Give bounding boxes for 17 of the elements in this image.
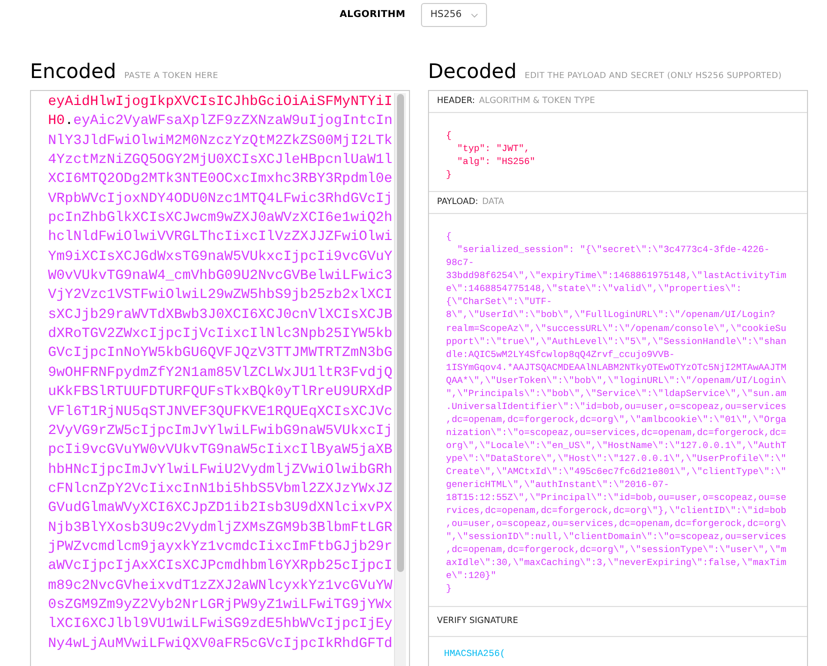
- payload-json[interactable]: { "serialized_session": "{\"secret\":\"3c4773c4-3fde-4226- 98c7- 33bdd98f6254\",\"expiryTime\":1468861975148,\"lastActivityTim e\":1468854775148,\"state\":\"valid\",\"properties\": {\"CharSet\":\"UTF- 8\",\"UserId\":\"bob\",\"FullLoginURL\":\"/openam/UI/Login? realm=ScopeAz\",\"successURL\":\"/openam/console\",\"cookieSu pport\":\"true\",\"AuthLevel\":\"5\",\"SessionHandle\":\"shan dle:AQIC5wM2LY4Sfcwlop8qQ4Zrvf_ccujo9VVB- 1ISYmGqov4.*AAJTSQACMDEAAlNLABM2NTkyOTEwOTYzOTc5NjI2MTAwAAJTM QAA*\",\"UserToken\":\"bob\",\"loginURL\":\"/openam/UI/Login\ ",\"Principals\":\"bob\",\"Service\":\"ldapService\",\"sun.am .UniversalIdentifier\":\"id=bob,ou=user,o=scopeaz,ou=services ,dc=openam,dc=forgerock,dc=org\",\"amlbcookie\":\"01\",\"Orga nization\":\"o=scopeaz,ou=services,dc=openam,dc=forgerock,dc= org\",\"Locale\":\"en_US\",\"HostName\":\"127.0.0.1\",\"AuthT ype\":\"DataStore\",\"Host\":\"127.0.0.1\",\"UserProfile\":\" Create\",\"AMCtxId\":\"495c6ec7fc6d21e801\",\"clientType\":\" genericHTML\",\"authInstant\":\"2016-07- 18T15:12:55Z\",\"Principal\":\"id=bob,ou=user,o=scopeaz,ou=se rvices,dc=openam,dc=forgerock,dc=org\"},\"clientID\":\"id=bob ,ou=user,o=scopeaz,ou=services,dc=openam,dc=forgerock,dc=org\ ",\"sessionID\":null,\"clientDomain\":\"o=scopeaz,ou=services ,dc=openam,dc=forgerock,dc=org\",\"sessionType\":\"user\",\"m axIdle\":30,\"maxCaching\":3,\"neverExpiring\":false,\"maxTim e\":120}" }: [446, 230, 799, 596]
- section-label: VERIFY SIGNATURE: [437, 614, 518, 628]
- section-hint: PASTE A TOKEN HERE: [124, 68, 218, 81]
- signature-json[interactable]: HMACSHA256(: [444, 648, 799, 658]
- section-heading: Encoded: [30, 61, 116, 81]
- section-sublabel: ALGORITHM & TOKEN TYPE: [479, 95, 595, 108]
- encoded-token: eyAidHlwIjogIkpXVCIsICJhbGciOiAiSFMyNTYiI H0.eyAic2VyaWFsaXplZF9zZXNzaW9uIjogIntcIn NlY3JldFwiOlwiM2M0NzczYzQtM2ZkZS00MjI2LTk 4YzctMzNiZGQ5OGY2MjU0XCIsXCJleHBpcnlUaW1l XCI6MTQ2ODg2MTk3NTE0OCxcImxhc3RBY3Rpdml0e VRpbWVcIjoxNDY4ODU0Nzc1MTQ4LFwic3RhdGVcIj pcInZhbGlkXCIsXCJwcm9wZXJ0aWVzXCI6e1wiQ2h hclNldFwiOlwiVVRGLThcIixcIlVzZXJJZFwiOlwi Ym9iXCIsXCJGdWxsTG9naW5VUkxcIjpcIi9vcGVuY W0vVUkvTG9naW4_cmVhbG09U2NvcGVBelwiLFwic3 VjY2Vzc1VSTFwiOlwiL29wZW5hbS9jb25zb2xlXCI sXCJjb29raWVTdXBwb3J0XCI6XCJ0cnVlXCIsXCJB dXRoTGV2ZWxcIjpcIjVcIixcIlNlc3Npb25IYW5kb GVcIjpcInNoYW5kbGU6QVFJQzV3TTJMWTRTZmN3bG 9wOHFRNFpydmZfY2N1am85VlZCLWxJU1ltR3FvdjQ uKkFBSlRTUUFDTURFQUFsTkxBQk0yTlRreU9URXdP VFl6T1RjNU5qSTJNVEF3QUFKVE1RQUEqXCIsXCJVc 2VyVG9rZW5cIjpcImJvYlwiLFwibG9naW5VUkxcIj pcIi9vcGVuYW0vVUkvTG9naW5cIixcIlByaW5jaXB hbHNcIjpcImJvYlwiLFwiU2VydmljZVwiOlwibGRh cFNlcnZpY2VcIixcInN1bi5hbS5Vbml2ZXJzYWxJZ GVudGlmaWVyXCI6XCJpZD1ib2Isb3U9dXNlcixvPX Njb3BlYXosb3U9c2VydmljZXMsZGM9b3BlbmFtLGR jPWZvcmdlcm9jayxkYz1vcmdcIixcImFtbGJjb29r aWVcIjpcIjAxXCIsXCJPcmdhbml6YXRpb25cIjpcI m89c2NvcGVheixvdT1zZXJ2aWNlcyxkYz1vcGVuYW 0sZGM9Zm9yZ2Vyb2NrLGRjPW9yZ1wiLFwiTG9jYWx lXCI6XCJlbl9VU1wiLFwiSG9zdE5hbWVcIjpcIjEy Ny4wLjAuMVwiLFwiQXV0aFR5cGVcIjpcIkRhdGFTd: [48, 93, 391, 654]
- scrollbar-thumb[interactable]: [397, 94, 404, 572]
- algorithm-label: ALGORITHM: [340, 8, 406, 22]
- section-hint: EDIT THE PAYLOAD AND SECRET (ONLY HS256 SUPPORTED): [524, 68, 782, 81]
- section-label: PAYLOAD:: [437, 196, 478, 210]
- header-json[interactable]: { "typ": "JWT", "alg": "HS256" }: [446, 129, 799, 182]
- algorithm-select[interactable]: HS256: [421, 3, 488, 27]
- caret-icon: [471, 12, 478, 18]
- section-label: HEADER:: [437, 95, 476, 108]
- section-heading: Decoded: [428, 61, 517, 81]
- section-sublabel: DATA: [482, 196, 504, 210]
